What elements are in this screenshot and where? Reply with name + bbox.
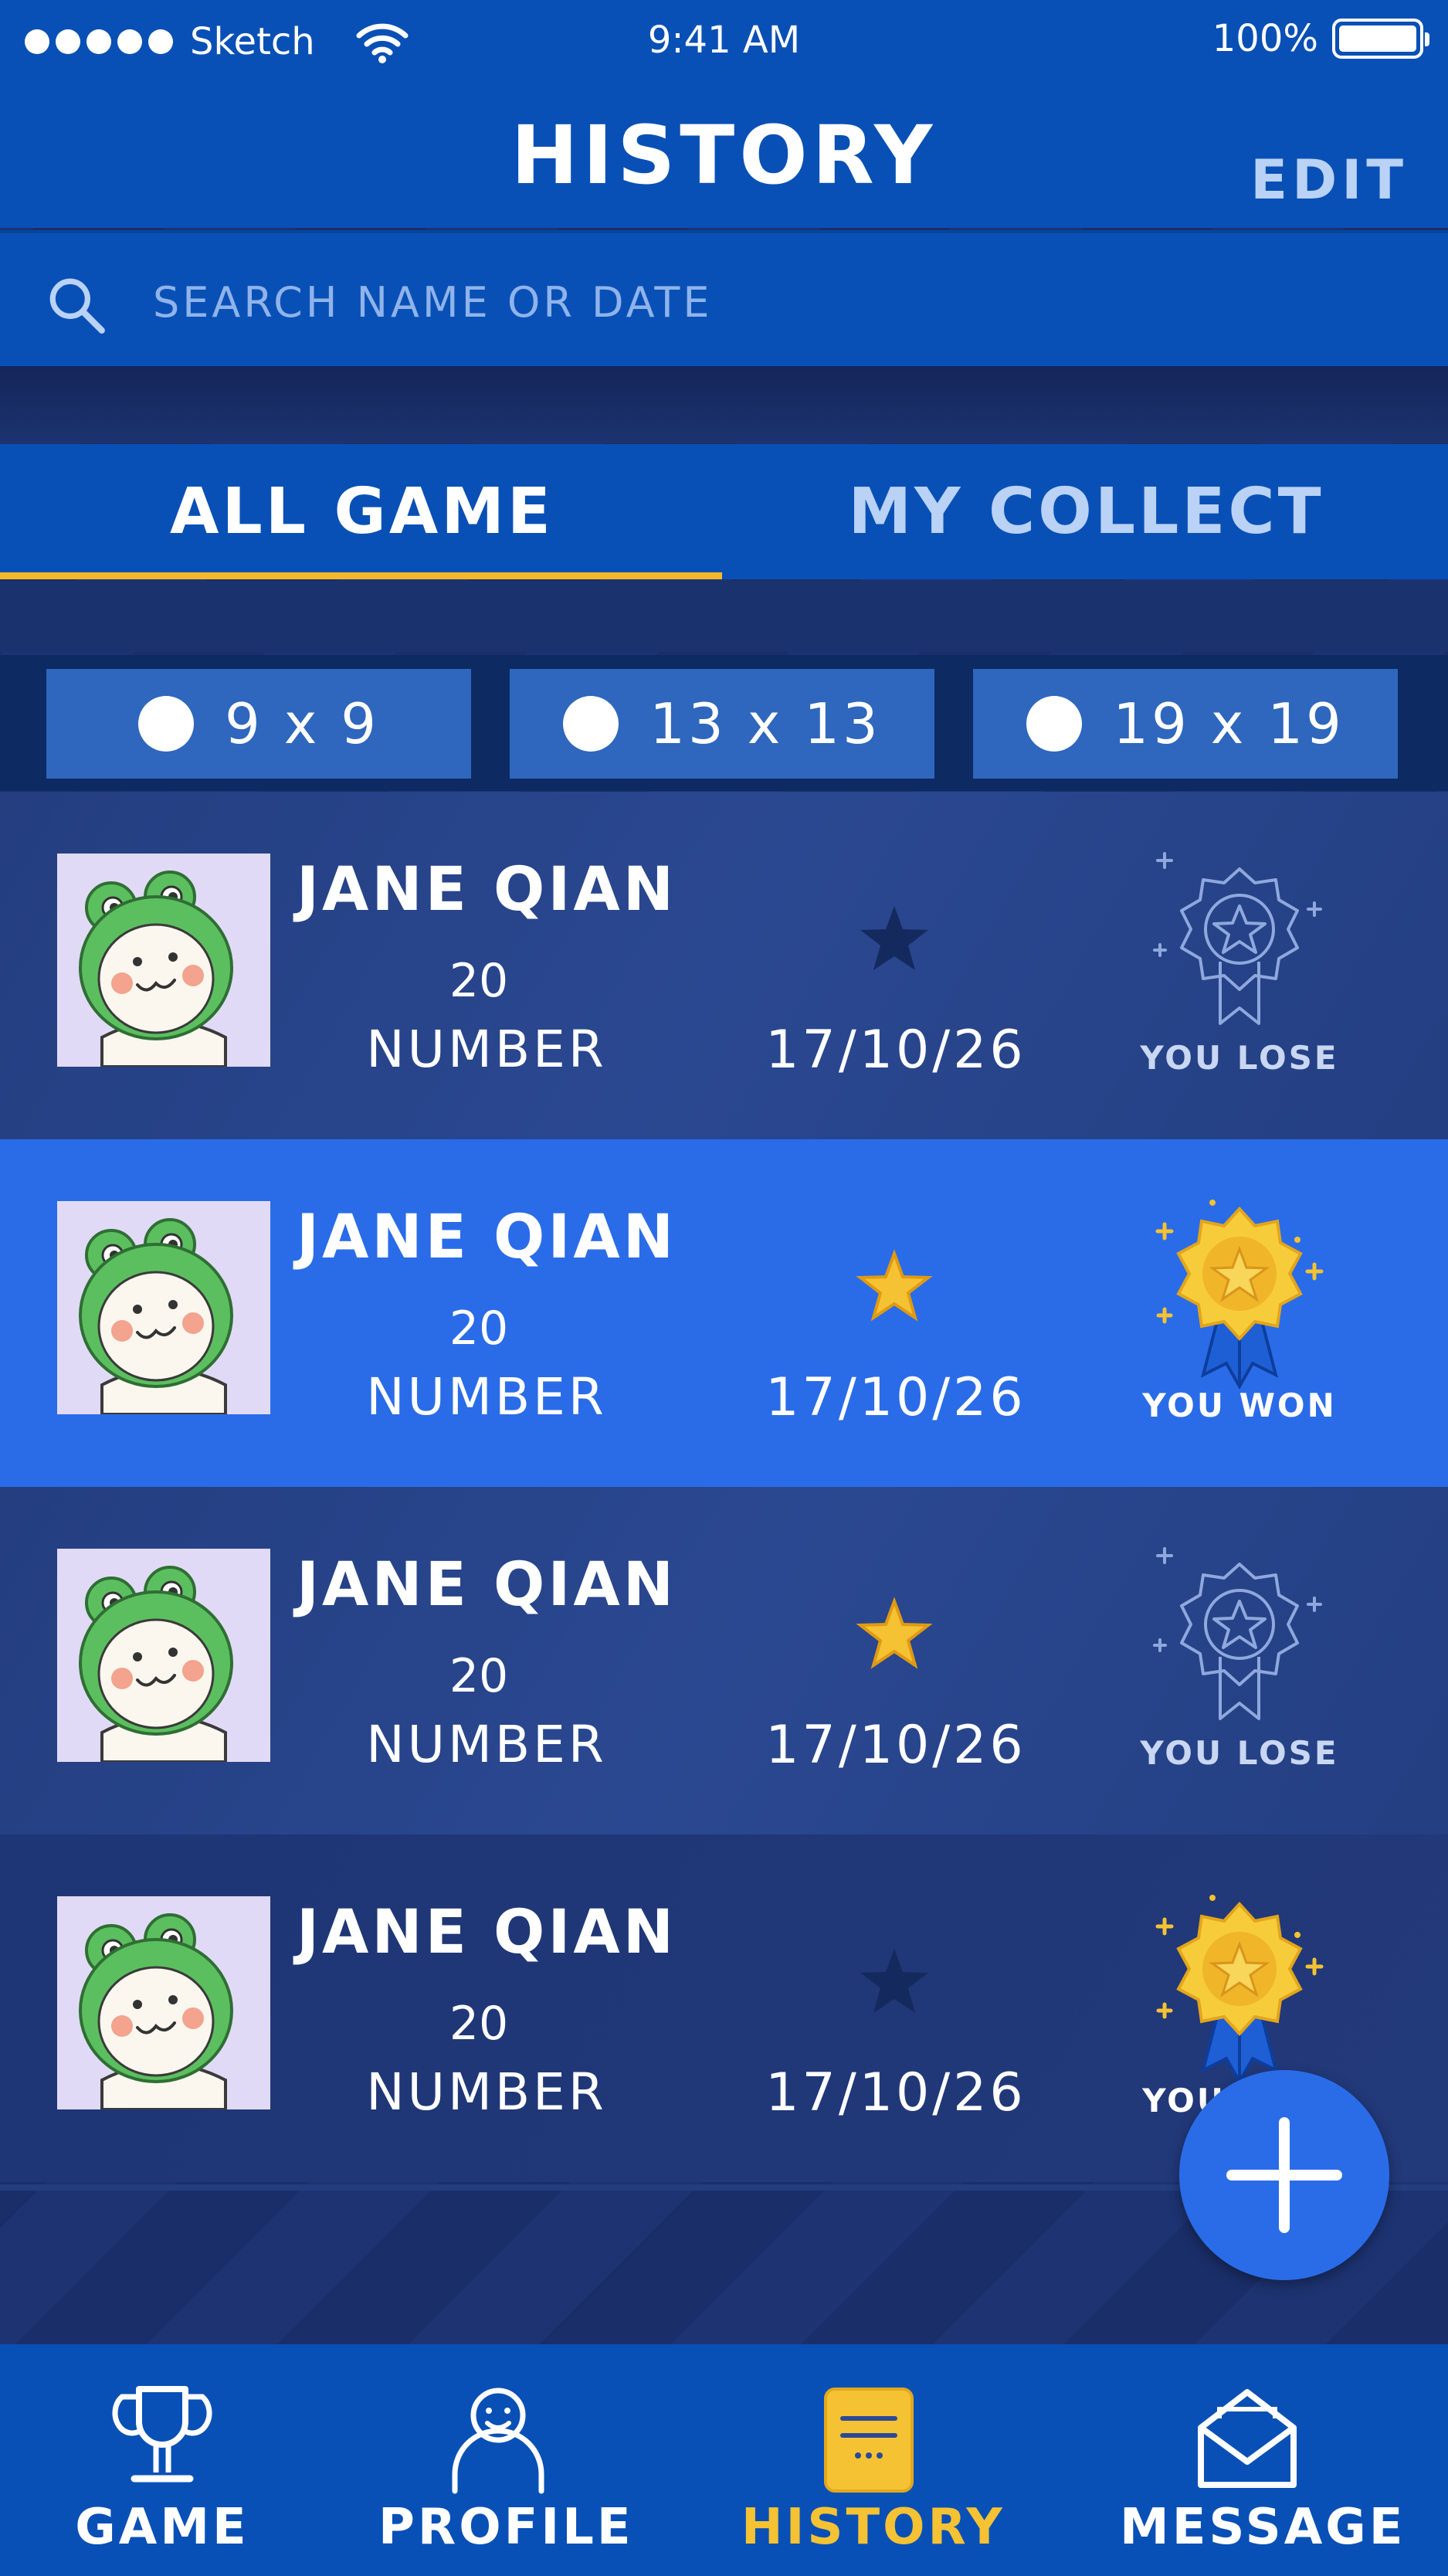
avatar bbox=[57, 854, 270, 1067]
radio-icon bbox=[563, 696, 619, 752]
filter-19x19[interactable]: 19 x 19 bbox=[973, 669, 1398, 779]
avatar bbox=[57, 1549, 270, 1762]
nav-label: HISTORY bbox=[741, 2499, 1005, 2556]
game-row[interactable]: JANE QIAN 20 NUMBER 17/10/26 YOU LOSE bbox=[0, 792, 1448, 1139]
medal-icon bbox=[1155, 1895, 1324, 2086]
avatar bbox=[57, 1896, 270, 2109]
player-name: JANE QIAN bbox=[296, 855, 677, 925]
nav-label: PROFILE bbox=[378, 2499, 634, 2556]
nav-message[interactable]: MESSAGE bbox=[1120, 2344, 1406, 2576]
game-date: 17/10/26 bbox=[765, 1715, 1026, 1776]
game-date: 17/10/26 bbox=[765, 1367, 1026, 1428]
page-title: HISTORY bbox=[510, 108, 938, 202]
favorite-star-icon[interactable] bbox=[856, 1595, 933, 1672]
move-number: 20 bbox=[449, 1302, 509, 1356]
search-icon bbox=[49, 278, 105, 334]
nav-label: GAME bbox=[75, 2499, 249, 2556]
filter-label: 9 x 9 bbox=[225, 691, 379, 756]
filter-13x13[interactable]: 13 x 13 bbox=[510, 669, 934, 779]
nav-label: MESSAGE bbox=[1120, 2499, 1406, 2556]
board-size-filters: 9 x 9 13 x 13 19 x 19 bbox=[0, 655, 1448, 791]
nav-game[interactable]: GAME bbox=[46, 2344, 278, 2576]
frog-avatar-icon bbox=[57, 1201, 270, 1414]
medal-icon bbox=[1153, 852, 1322, 1025]
nav-profile[interactable]: PROFILE bbox=[378, 2344, 634, 2576]
radio-icon bbox=[1026, 696, 1083, 752]
number-label: NUMBER bbox=[366, 1715, 607, 1774]
move-number: 20 bbox=[449, 954, 509, 1008]
add-game-button[interactable] bbox=[1179, 2070, 1389, 2280]
person-icon bbox=[452, 2388, 544, 2494]
filter-label: 19 x 19 bbox=[1113, 691, 1345, 756]
filter-9x9[interactable]: 9 x 9 bbox=[46, 669, 471, 779]
frog-avatar-icon bbox=[57, 1896, 270, 2109]
medal-icon bbox=[1153, 1547, 1322, 1720]
number-label: NUMBER bbox=[366, 2062, 607, 2122]
section-divider bbox=[0, 366, 1448, 443]
game-result: YOU LOSE bbox=[1140, 1734, 1339, 1772]
medal-icon bbox=[1155, 1200, 1324, 1390]
tab-my-collect[interactable]: MY COLLECT bbox=[724, 444, 1448, 579]
favorite-star-icon[interactable] bbox=[856, 1943, 933, 2020]
tab-bar: ALL GAME MY COLLECT bbox=[0, 444, 1448, 579]
plus-icon bbox=[1226, 2117, 1342, 2233]
number-label: NUMBER bbox=[366, 1367, 607, 1427]
avatar bbox=[57, 1201, 270, 1414]
search-bar bbox=[0, 230, 1448, 366]
app-screen: Sketch 9:41 AM 100% HISTORY EDIT SEARCH … bbox=[0, 0, 1448, 2576]
battery-icon bbox=[1332, 19, 1429, 59]
frog-avatar-icon bbox=[57, 1549, 270, 1762]
game-date: 17/10/26 bbox=[765, 2062, 1026, 2123]
search-input[interactable] bbox=[153, 267, 1311, 337]
bottom-navigation: GAME PROFILE HISTORY MESSAGE bbox=[0, 2344, 1448, 2576]
radio-icon bbox=[138, 696, 194, 752]
top-bar: Sketch 9:41 AM 100% HISTORY EDIT bbox=[0, 0, 1448, 228]
game-row[interactable]: JANE QIAN 20 NUMBER 17/10/26 YOU WON bbox=[0, 1139, 1448, 1487]
battery-percent: 100% bbox=[1212, 17, 1318, 60]
envelope-icon bbox=[1198, 2389, 1297, 2488]
trophy-icon bbox=[112, 2386, 212, 2483]
favorite-star-icon[interactable] bbox=[856, 1247, 933, 1325]
tab-all-game[interactable]: ALL GAME bbox=[0, 444, 724, 579]
player-name: JANE QIAN bbox=[296, 1203, 677, 1272]
status-right: 100% bbox=[1212, 17, 1429, 60]
status-bar: Sketch 9:41 AM 100% bbox=[0, 0, 1448, 81]
favorite-star-icon[interactable] bbox=[856, 900, 933, 977]
nav-history[interactable]: HISTORY bbox=[741, 2344, 1005, 2576]
frog-avatar-icon bbox=[57, 854, 270, 1067]
game-row[interactable]: JANE QIAN 20 NUMBER 17/10/26 YOU LOSE bbox=[0, 1487, 1448, 1834]
filter-label: 13 x 13 bbox=[649, 691, 881, 756]
notebook-icon bbox=[824, 2388, 914, 2493]
edit-button[interactable]: EDIT bbox=[1250, 148, 1408, 212]
section-divider bbox=[0, 581, 1448, 652]
player-name: JANE QIAN bbox=[296, 1898, 677, 1967]
number-label: NUMBER bbox=[366, 1020, 607, 1079]
move-number: 20 bbox=[449, 1997, 509, 2051]
move-number: 20 bbox=[449, 1649, 509, 1703]
game-result: YOU WON bbox=[1142, 1386, 1337, 1424]
game-result: YOU LOSE bbox=[1140, 1039, 1339, 1077]
game-date: 17/10/26 bbox=[765, 1020, 1026, 1081]
player-name: JANE QIAN bbox=[296, 1550, 677, 1620]
